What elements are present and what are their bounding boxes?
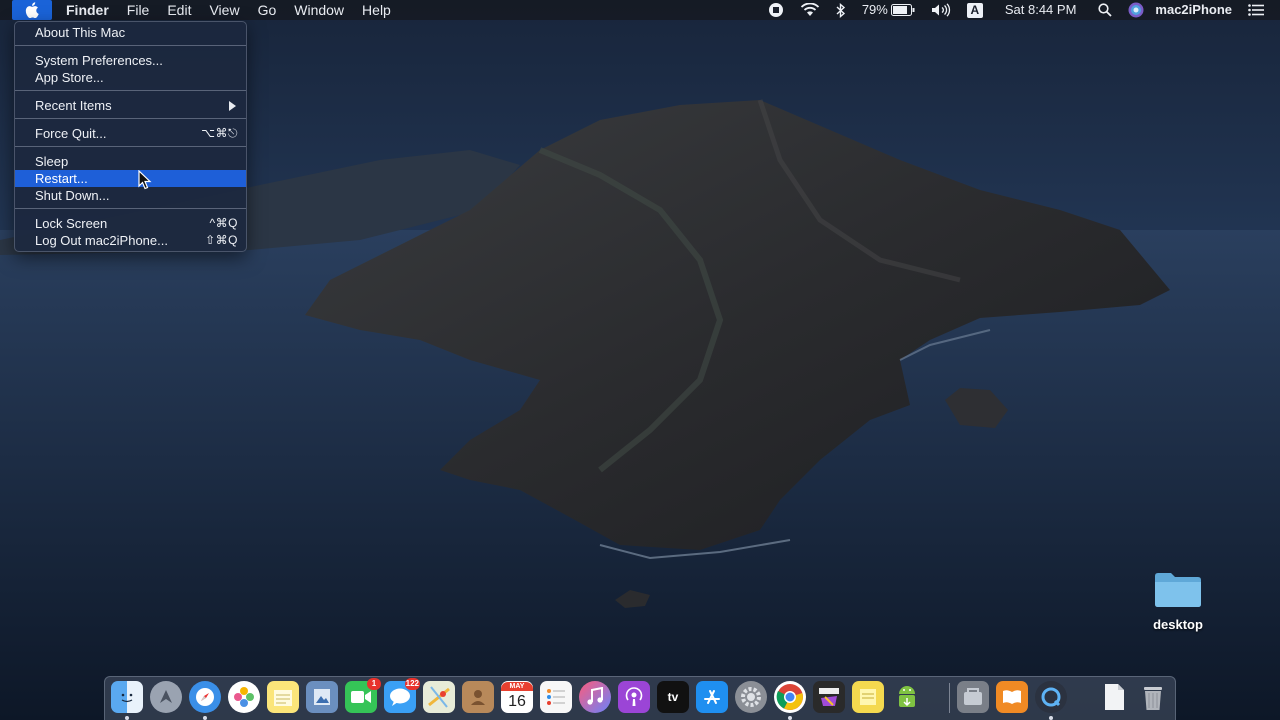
submenu-arrow-icon [229, 101, 236, 111]
menu-item-label: Force Quit... [35, 126, 107, 141]
messages-badge: 122 [404, 678, 420, 690]
menu-bar: Finder File Edit View Go Window Help 79%… [0, 0, 1280, 20]
music-icon[interactable] [579, 681, 611, 713]
running-indicator [203, 716, 207, 720]
notes-icon[interactable] [267, 681, 299, 713]
spotlight-search-icon[interactable] [1090, 0, 1120, 20]
apple-menu-dropdown: About This Mac System Preferences... App… [14, 21, 247, 252]
apple-logo-icon [25, 2, 39, 18]
menu-separator [15, 146, 246, 147]
apple-menu-button[interactable] [12, 0, 52, 20]
menu-item-label: System Preferences... [35, 53, 163, 68]
maps-icon[interactable] [423, 681, 455, 713]
menu-clock[interactable]: Sat 8:44 PM [991, 0, 1091, 20]
android-file-transfer-icon[interactable] [891, 681, 923, 713]
running-indicator [788, 716, 792, 720]
document-icon[interactable] [1098, 681, 1130, 713]
notification-center-icon[interactable] [1240, 0, 1272, 20]
messages-icon[interactable]: 122 [384, 678, 420, 713]
running-indicator [1049, 716, 1053, 720]
apple-tv-label: tv [667, 690, 679, 704]
podcasts-icon[interactable] [618, 681, 650, 713]
menu-item-label: Restart... [35, 171, 88, 186]
books-icon[interactable] [996, 681, 1028, 713]
menu-item-recent-items[interactable]: Recent Items [15, 97, 246, 114]
desktop-folder[interactable]: desktop [1148, 570, 1208, 632]
running-indicator [125, 716, 129, 720]
input-source-label: A [966, 2, 983, 18]
battery-icon[interactable] [890, 0, 923, 20]
system-preferences-icon[interactable] [735, 681, 767, 713]
calendar-month: MAY [501, 681, 533, 691]
launchpad-icon[interactable] [150, 681, 182, 713]
menu-file[interactable]: File [118, 0, 159, 20]
menu-view[interactable]: View [200, 0, 248, 20]
menu-go[interactable]: Go [249, 0, 286, 20]
siri-icon[interactable] [1120, 0, 1147, 20]
preview-icon[interactable] [306, 681, 338, 713]
reminders-icon[interactable] [540, 681, 572, 713]
menu-item-shortcut: ^⌘Q [209, 216, 238, 230]
menu-item-label: Lock Screen [35, 216, 108, 231]
menu-help[interactable]: Help [353, 0, 400, 20]
menu-item-sleep[interactable]: Sleep [15, 153, 246, 170]
contacts-icon[interactable] [462, 681, 494, 713]
menu-item-restart[interactable]: Restart... [15, 170, 246, 187]
utility-icon[interactable] [957, 681, 989, 713]
menu-separator [15, 208, 246, 209]
menu-edit[interactable]: Edit [158, 0, 200, 20]
input-source-icon[interactable]: A [959, 0, 991, 20]
finder-icon[interactable] [111, 681, 143, 713]
menu-window[interactable]: Window [285, 0, 353, 20]
chrome-icon[interactable] [774, 681, 806, 713]
battery-percentage[interactable]: 79% [854, 0, 891, 20]
menu-item-force-quit[interactable]: Force Quit... ⌥⌘⎋ [15, 125, 246, 142]
menu-finder[interactable]: Finder [52, 0, 118, 20]
menu-item-shortcut: ⌥⌘⎋ [201, 126, 238, 140]
dock: 1 122 MAY 16 tv [104, 676, 1176, 720]
facetime-badge: 1 [367, 678, 381, 690]
safari-icon[interactable] [189, 681, 221, 713]
menu-separator [15, 90, 246, 91]
wifi-icon[interactable] [792, 0, 828, 20]
apple-tv-icon[interactable]: tv [657, 681, 689, 713]
stickies-icon[interactable] [852, 681, 884, 713]
menu-item-app-store[interactable]: App Store... [15, 69, 246, 86]
app-store-icon[interactable] [696, 681, 728, 713]
final-cut-pro-icon[interactable] [813, 681, 845, 713]
menu-item-lock-screen[interactable]: Lock Screen ^⌘Q [15, 215, 246, 232]
mouse-cursor-icon [138, 170, 152, 190]
menu-separator [15, 45, 246, 46]
menu-item-label: Sleep [35, 154, 69, 169]
menu-item-log-out[interactable]: Log Out mac2iPhone... ⇧⌘Q [15, 232, 246, 249]
folder-label: desktop [1153, 617, 1203, 632]
dock-separator [949, 683, 950, 713]
menu-item-label: Recent Items [35, 98, 112, 113]
folder-icon [1155, 573, 1201, 607]
trash-icon[interactable] [1137, 681, 1169, 713]
menu-item-system-preferences[interactable]: System Preferences... [15, 52, 246, 69]
facetime-icon[interactable]: 1 [345, 678, 381, 713]
menu-item-label: Shut Down... [35, 188, 110, 203]
menu-item-shut-down[interactable]: Shut Down... [15, 187, 246, 204]
user-account-name[interactable]: mac2iPhone [1147, 0, 1240, 20]
menu-item-about-this-mac[interactable]: About This Mac [15, 24, 246, 41]
volume-icon[interactable] [923, 0, 959, 20]
menu-item-label: About This Mac [35, 25, 126, 40]
menu-item-label: App Store... [35, 70, 104, 85]
calendar-icon[interactable]: MAY 16 [501, 681, 533, 713]
menu-item-label: Log Out mac2iPhone... [35, 233, 168, 248]
menu-separator [15, 118, 246, 119]
menu-item-shortcut: ⇧⌘Q [205, 233, 238, 247]
photos-icon[interactable] [228, 681, 260, 713]
calendar-day: 16 [508, 692, 526, 710]
screen-record-icon[interactable] [760, 0, 792, 20]
bluetooth-icon[interactable] [828, 0, 854, 20]
quicktime-icon[interactable] [1035, 681, 1067, 713]
